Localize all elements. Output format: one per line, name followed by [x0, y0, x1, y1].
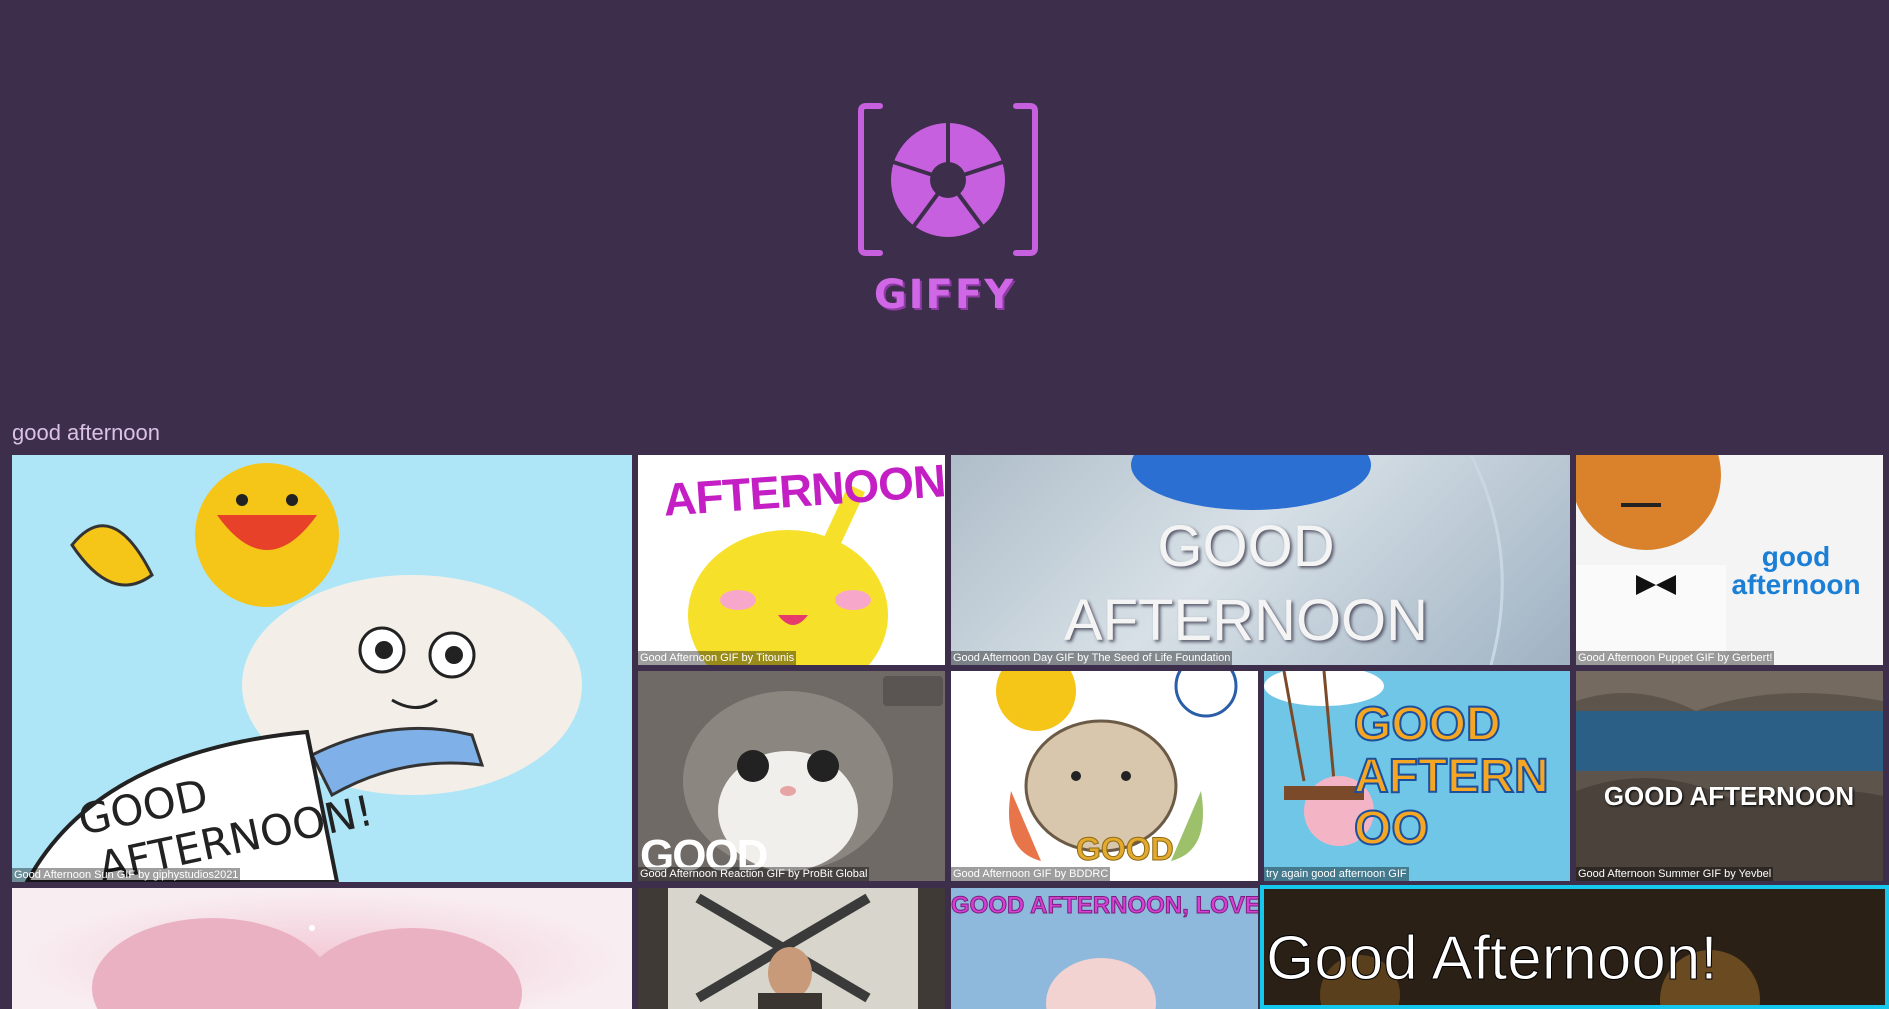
gif-caption: Good Afternoon Day GIF by The Seed of Li… — [951, 651, 1233, 665]
gif-caption: Good Afternoon GIF by BDDRC — [951, 867, 1111, 881]
gif-caption: Good Afternoon Puppet GIF by Gerbert! — [1576, 651, 1775, 665]
brand-title: GIFFY — [873, 272, 1016, 318]
gif-overlay-text: GOOD — [1076, 831, 1175, 868]
gif-result-7[interactable]: GOOD AFTERNOO try again good afternoon G… — [1264, 671, 1570, 881]
man-doorway-image — [668, 888, 918, 1009]
gif-result-12[interactable]: Good Afternoon! — [1260, 885, 1889, 1009]
gif-result-9[interactable] — [12, 888, 632, 1009]
rocky-shore-image — [1576, 671, 1883, 881]
gif-caption: Good Afternoon GIF by Titounis — [638, 651, 797, 665]
gif-caption: Good Afternoon Reaction GIF by ProBit Gl… — [638, 867, 870, 881]
gif-caption: try again good afternoon GIF — [1264, 867, 1409, 881]
gif-caption: Good Afternoon Summer GIF by Yevbel — [1576, 867, 1774, 881]
gif-result-6[interactable]: GOOD Good Afternoon GIF by BDDRC — [951, 671, 1258, 881]
gif-result-1[interactable]: GOOD AFTERNOON! Good Afternoon Sun GIF b… — [12, 455, 632, 882]
gif-result-11[interactable]: GOOD AFTERNOON, LOVE — [951, 888, 1258, 1009]
pink-roses-image — [92, 918, 522, 1009]
gif-overlay-text: GOOD AFTERNOO — [1353, 698, 1550, 856]
search-query[interactable]: good afternoon — [12, 420, 160, 446]
gif-overlay-text: GOOD AFTERNOON — [1603, 781, 1855, 811]
sun-cloud-image: GOOD AFTERNOON! — [24, 463, 582, 882]
gif-overlay-text: GOOD AFTERNOON — [1063, 514, 1429, 653]
gif-overlay-text: good afternoon — [1731, 541, 1861, 600]
gif-result-5[interactable]: GOOD AFTERNOON Good Afternoon Reaction G… — [638, 671, 945, 881]
gif-overlay-text: GOOD AFTERNOON, LOVE — [951, 892, 1258, 920]
gif-result-2[interactable]: AFTERNOON Good Afternoon GIF by Titounis — [638, 455, 945, 665]
gif-result-10[interactable] — [638, 888, 945, 1009]
gif-result-3[interactable]: GOOD AFTERNOON Good Afternoon Day GIF by… — [951, 455, 1570, 665]
gif-result-8[interactable]: GOOD AFTERNOON Good Afternoon Summer GIF… — [1576, 671, 1883, 881]
gif-overlay-text: Good Afternoon! — [1266, 924, 1719, 994]
giffy-logo-icon — [858, 103, 1038, 256]
gif-result-4[interactable]: good afternoon Good Afternoon Puppet GIF… — [1576, 455, 1883, 665]
gif-caption: Good Afternoon Sun GIF by giphystudios20… — [12, 868, 241, 882]
